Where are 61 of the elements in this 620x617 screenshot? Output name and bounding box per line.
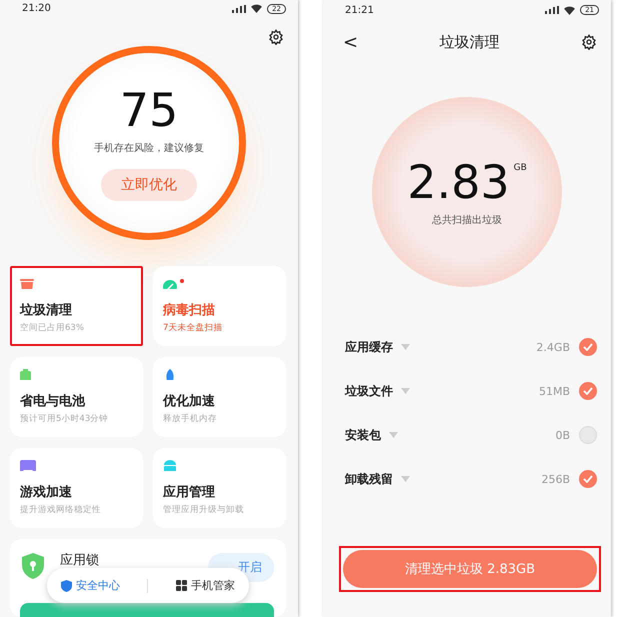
category-name: 应用缓存 <box>345 338 393 356</box>
card-subtitle: 管理应用升级与卸载 <box>163 504 245 516</box>
card-title: 省电与电池 <box>20 393 86 410</box>
category-name: 卸载残留 <box>345 470 393 488</box>
card-title: 优化加速 <box>163 393 216 410</box>
trash-icon <box>20 278 34 290</box>
score-value: 75 <box>120 85 178 136</box>
feature-card[interactable]: 应用管理 管理应用升级与卸载 <box>153 448 286 528</box>
risk-message: 手机存在风险，建议修复 <box>94 142 204 156</box>
check-icon <box>583 387 593 395</box>
feature-card[interactable]: 游戏加速 提升游戏网络稳定性 <box>10 448 143 528</box>
page-title: 垃圾清理 <box>440 32 500 52</box>
card-title: 病毒扫描 <box>163 302 216 320</box>
shield-lock-icon <box>22 553 44 580</box>
feature-card[interactable]: 优化加速 释放手机内存 <box>153 357 286 438</box>
card-subtitle: 提升游戏网络稳定性 <box>20 504 102 516</box>
total-caption: 总共扫描出垃圾 <box>432 214 502 227</box>
signal-icon <box>232 4 246 13</box>
caret-icon[interactable] <box>401 476 410 482</box>
category-size: 2.4GB <box>536 340 570 354</box>
category-size: 0B <box>555 428 570 442</box>
status-time: 21:20 <box>22 3 51 14</box>
card-title: 应用管理 <box>163 484 216 502</box>
category-size: 256B <box>541 472 570 486</box>
settings-icon[interactable] <box>268 29 284 46</box>
card-title: 垃圾清理 <box>20 302 73 320</box>
caret-icon[interactable] <box>401 344 410 350</box>
card-title: 游戏加速 <box>20 484 73 502</box>
card-subtitle: 空间已占用63% <box>20 322 85 334</box>
signal-icon <box>545 6 560 14</box>
card-subtitle: 7天未全盘扫描 <box>163 322 224 334</box>
wifi-icon <box>251 4 262 14</box>
check-icon <box>583 475 593 483</box>
shield-icon <box>60 580 72 592</box>
category-name: 安装包 <box>345 426 381 444</box>
grid-icon <box>176 580 188 591</box>
checkbox[interactable] <box>579 382 597 400</box>
feature-card[interactable]: 省电与电池 预计可用5小时43分钟 <box>10 357 143 438</box>
category-size: 51MB <box>538 384 570 398</box>
status-time: 21:21 <box>345 4 374 16</box>
checkbox[interactable] <box>579 470 597 488</box>
total-value: 2.83 <box>407 157 510 207</box>
checkbox[interactable] <box>579 338 597 356</box>
battery-icon <box>20 369 31 380</box>
feature-card[interactable]: 垃圾清理 空间已占用63% <box>10 266 143 346</box>
card-subtitle: 预计可用5小时43分钟 <box>20 413 110 426</box>
action-button[interactable] <box>20 603 274 617</box>
card-subtitle: 释放手机内存 <box>163 413 218 426</box>
scan-icon <box>163 278 185 290</box>
gamepad-icon <box>20 460 36 472</box>
app-lock-title: 应用锁 <box>60 552 99 570</box>
bottom-tab[interactable]: 安全中心 <box>60 578 120 593</box>
total-unit: GB <box>514 163 527 173</box>
wifi-icon <box>564 6 576 14</box>
back-button[interactable]: < <box>343 32 358 52</box>
feature-card[interactable]: 病毒扫描 7天未全盘扫描 <box>153 266 286 346</box>
caret-icon[interactable] <box>401 388 410 394</box>
settings-icon[interactable] <box>581 34 597 50</box>
caret-icon[interactable] <box>389 432 398 438</box>
category-name: 垃圾文件 <box>345 382 393 400</box>
check-icon <box>583 343 593 351</box>
